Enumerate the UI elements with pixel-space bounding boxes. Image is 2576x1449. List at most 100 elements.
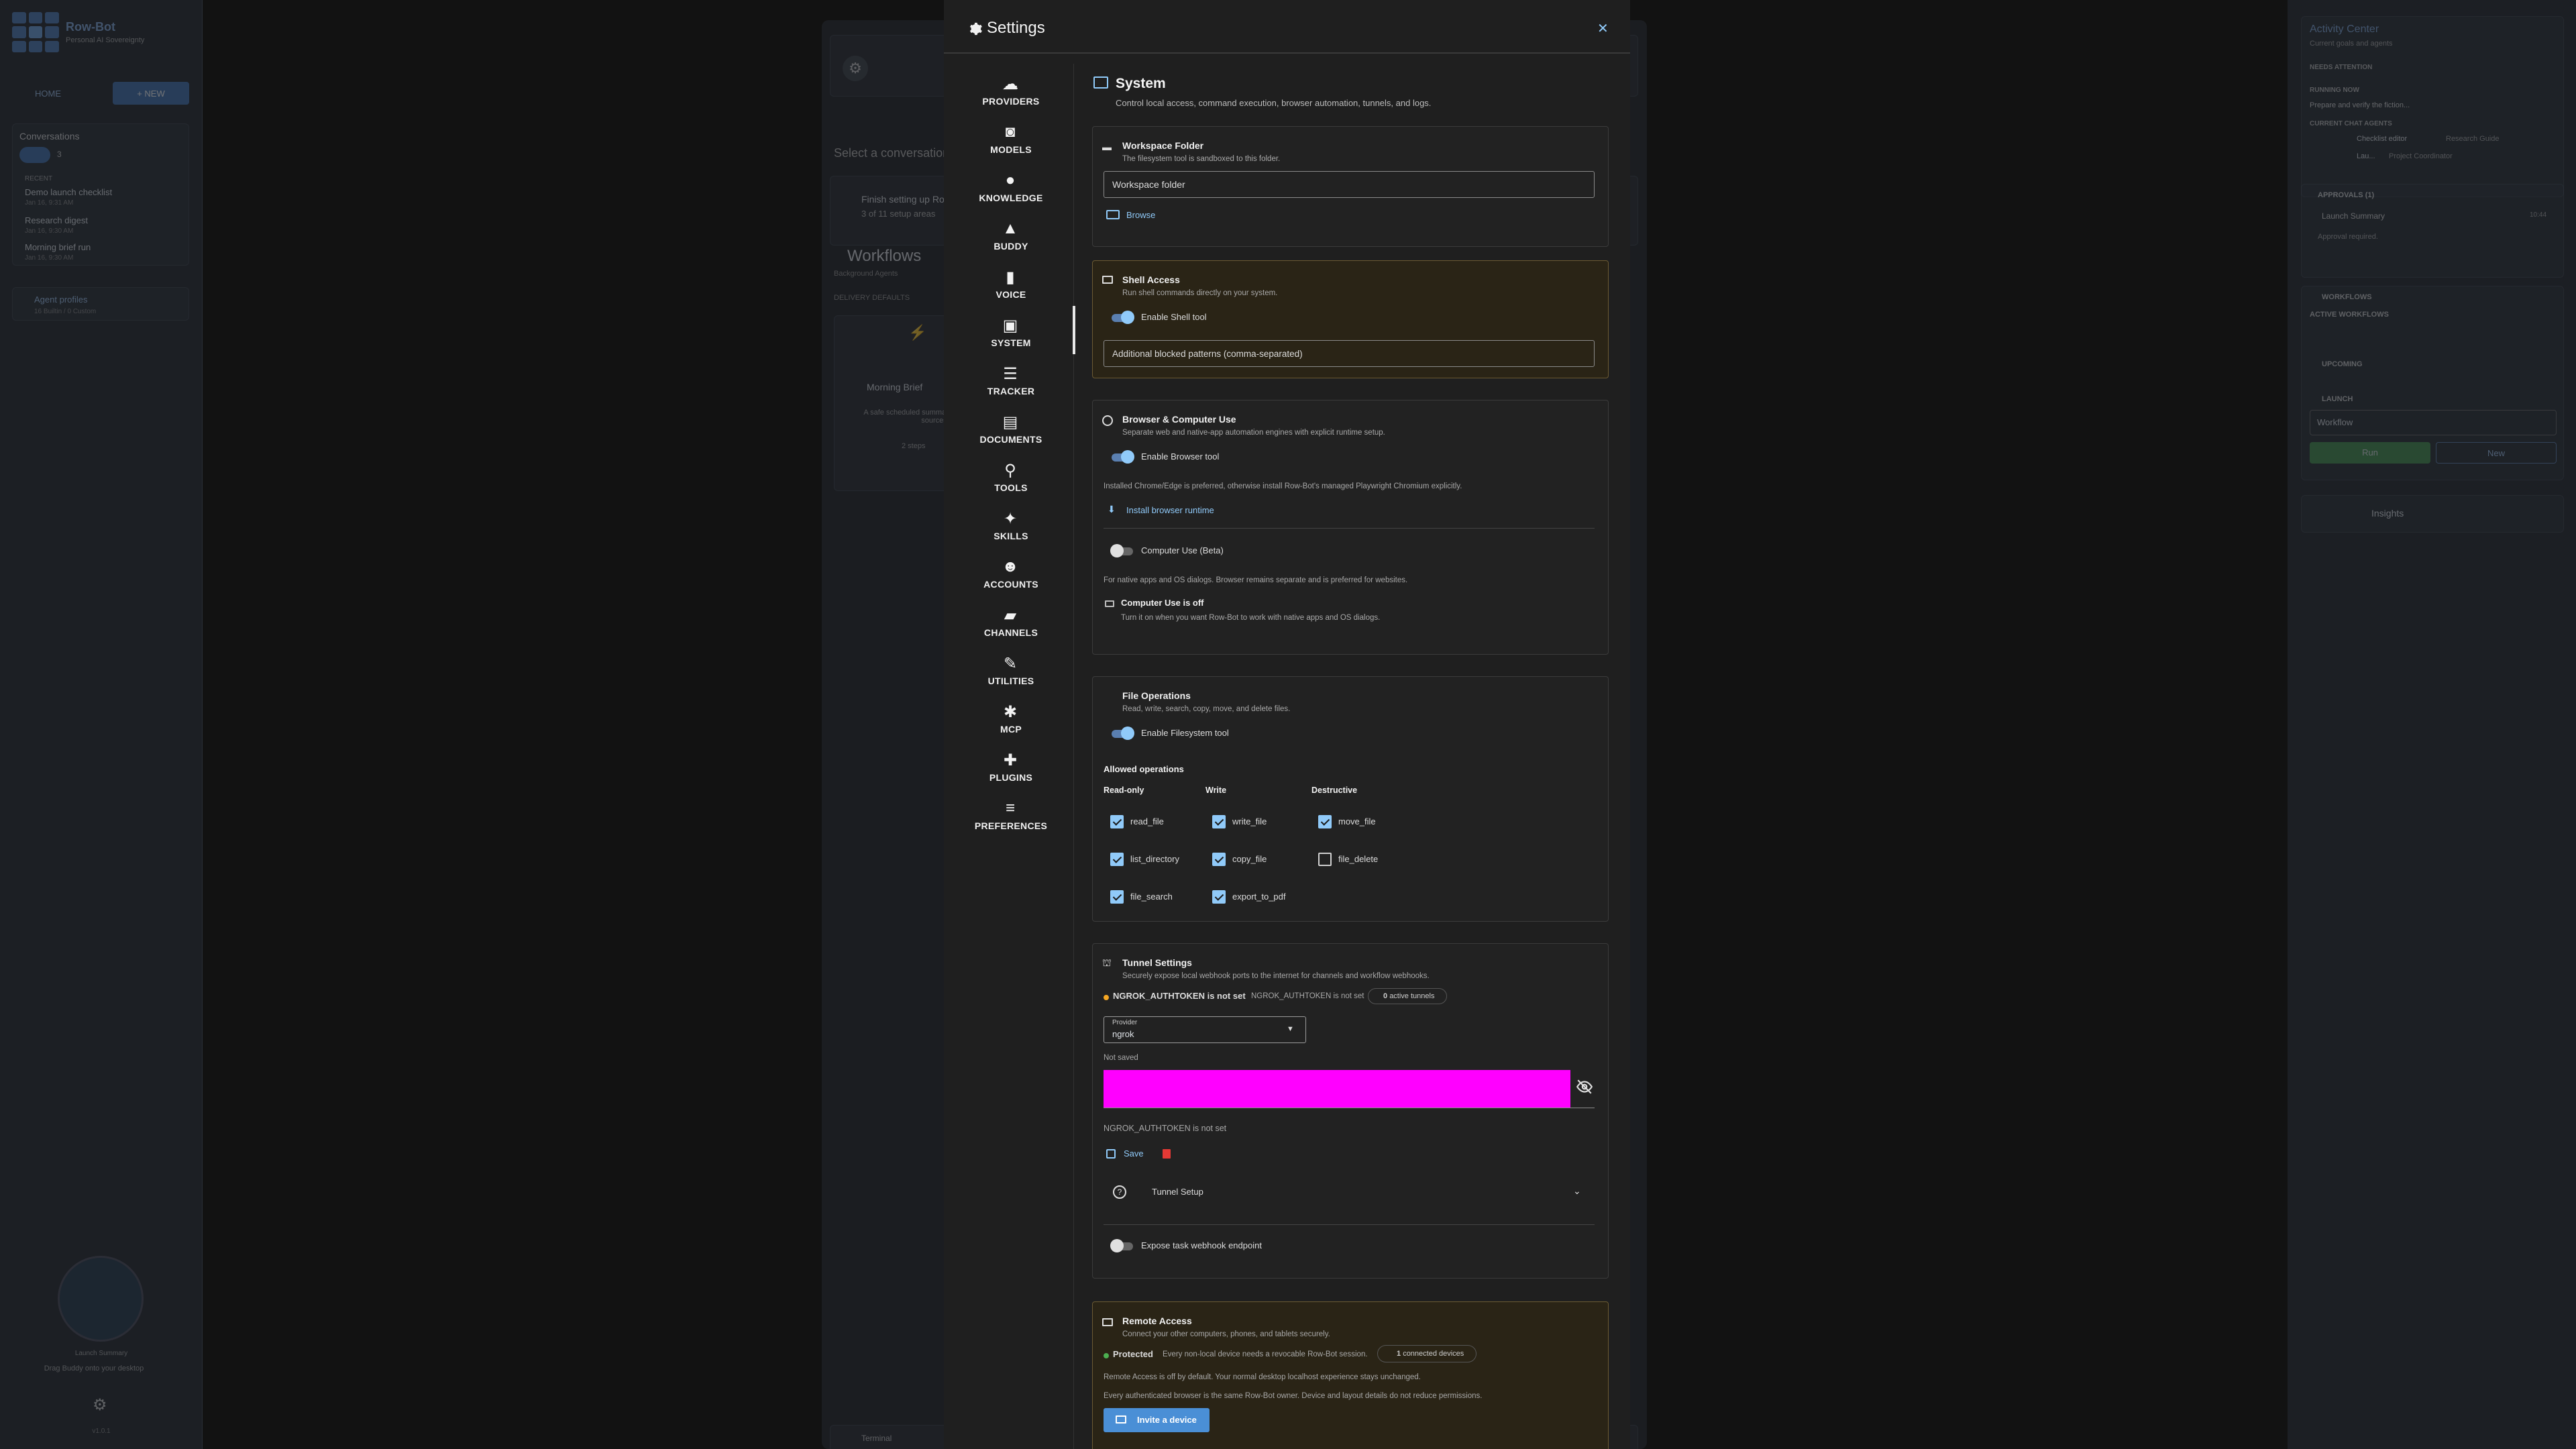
remote-owner-note: Every authenticated browser is the same …	[1104, 1392, 1483, 1400]
nav-system[interactable]: ▣ SYSTEM	[944, 311, 1078, 359]
nav-tools[interactable]: ⚲ TOOLS	[944, 455, 1078, 504]
provider-select[interactable]: Provider ngrok ▼	[1104, 1016, 1306, 1043]
select-conversation-text: Select a conversation	[834, 146, 950, 160]
gear-icon[interactable]: ⚙	[843, 56, 868, 81]
buddy-hint: Drag Buddy onto your desktop	[44, 1364, 144, 1373]
workflow-select[interactable]: Workflow	[2310, 410, 2557, 435]
file-ops-desc: Read, write, search, copy, move, and del…	[1122, 705, 1291, 713]
op-label: copy_file	[1232, 854, 1267, 864]
nav-skills[interactable]: ✦ SKILLS	[944, 504, 1078, 552]
wrench-icon: ✎	[1003, 654, 1018, 673]
op-label: move_file	[1338, 816, 1376, 826]
file-search-checkbox[interactable]	[1110, 890, 1124, 904]
nav-plugins[interactable]: ✚ PLUGINS	[944, 745, 1078, 794]
authtoken-input[interactable]	[1104, 1070, 1570, 1108]
current-agents-label: CURRENT CHAT AGENTS	[2310, 120, 2392, 127]
workspace-folder-input[interactable]: Workspace folder	[1104, 171, 1595, 198]
nav-label: SKILLS	[994, 531, 1028, 541]
nav-accounts[interactable]: ☻ ACCOUNTS	[944, 552, 1078, 600]
nav-utilities[interactable]: ✎ UTILITIES	[944, 649, 1078, 697]
protected-desc: Every non-local device needs a revocable…	[1163, 1350, 1368, 1358]
nav-channels[interactable]: ▰ CHANNELS	[944, 600, 1078, 649]
agent-profiles-panel[interactable]: Agent profiles 16 Builtin / 0 Custom	[12, 287, 189, 321]
shell-toggle[interactable]	[1110, 311, 1134, 324]
bolt-icon: ⚡	[908, 324, 927, 341]
settings-title: Settings	[987, 19, 1045, 37]
nav-label: VOICE	[996, 289, 1026, 300]
insights-panel[interactable]: Insights	[2301, 495, 2564, 533]
copy-file-checkbox[interactable]	[1212, 853, 1226, 866]
computer-use-off-desc: Turn it on when you want Row-Bot to work…	[1121, 614, 1381, 622]
browse-button[interactable]: Browse	[1126, 210, 1155, 220]
running-item[interactable]: Prepare and verify the fiction...	[2310, 101, 2410, 109]
list-directory-checkbox[interactable]	[1110, 853, 1124, 866]
computer-use-toggle[interactable]	[1110, 544, 1134, 557]
approvals-label: APPROVALS (1)	[2318, 191, 2375, 199]
lightbulb-icon: ●	[1005, 171, 1016, 189]
nav-documents[interactable]: ▤ DOCUMENTS	[944, 407, 1078, 455]
nav-mcp[interactable]: ✱ MCP	[944, 697, 1078, 745]
active-tunnels-count: 0	[1383, 992, 1388, 1000]
op-label: file_delete	[1338, 854, 1379, 864]
nav-voice[interactable]: ▮ VOICE	[944, 262, 1078, 311]
gear-icon[interactable]: ⚙	[93, 1395, 107, 1415]
approval-sub: Approval required.	[2318, 233, 2378, 241]
run-button[interactable]: Run	[2310, 442, 2430, 464]
conversation-item[interactable]: Research digest	[25, 215, 88, 225]
tunnel-section: ⛫ Tunnel Settings Securely expose local …	[1092, 943, 1609, 1279]
agent-row[interactable]: Checklist editor	[2357, 135, 2407, 143]
globe-icon	[1102, 415, 1113, 426]
conversation-item[interactable]: Demo launch checklist	[25, 187, 112, 197]
home-button[interactable]: HOME	[12, 82, 99, 105]
computer-use-label: Computer Use (Beta)	[1141, 545, 1224, 555]
hub-icon: ✱	[1003, 702, 1018, 721]
browser-toggle[interactable]	[1110, 450, 1134, 464]
remote-desc: Connect your other computers, phones, an…	[1122, 1330, 1330, 1338]
terminal-icon: ▣	[1002, 316, 1018, 335]
chevron-down-icon: ▼	[1287, 1025, 1294, 1033]
save-button[interactable]: Save	[1124, 1148, 1144, 1159]
nav-tracker[interactable]: ☰ TRACKER	[944, 359, 1078, 407]
approval-title[interactable]: Launch Summary	[2322, 211, 2385, 221]
delete-icon[interactable]	[1163, 1149, 1171, 1159]
monitor-icon	[1105, 600, 1114, 607]
write-file-checkbox[interactable]	[1212, 815, 1226, 828]
nav-preferences[interactable]: ≡ PREFERENCES	[944, 794, 1078, 842]
nav-providers[interactable]: ☁ PROVIDERS	[944, 69, 1078, 117]
close-icon[interactable]: ✕	[1597, 20, 1609, 37]
blocked-patterns-input[interactable]: Additional blocked patterns (comma-separ…	[1104, 340, 1595, 367]
file-delete-checkbox[interactable]	[1318, 853, 1332, 866]
system-desc: Control local access, command execution,…	[1116, 98, 1432, 108]
new-workflow-button[interactable]: New	[2436, 442, 2557, 464]
nav-label: DOCUMENTS	[979, 434, 1042, 445]
browser-desc: Separate web and native-app automation e…	[1122, 429, 1385, 437]
status-dot	[1104, 1353, 1109, 1358]
install-runtime-button[interactable]: Install browser runtime	[1126, 505, 1214, 515]
export-to-pdf-checkbox[interactable]	[1212, 890, 1226, 904]
filesystem-toggle[interactable]	[1110, 727, 1134, 740]
conversation-item[interactable]: Morning brief run	[25, 242, 91, 252]
new-chat-button[interactable]: + NEW	[113, 82, 189, 105]
agent-row[interactable]: Lau...	[2357, 152, 2375, 160]
nav-knowledge[interactable]: ● KNOWLEDGE	[944, 166, 1078, 214]
workflows-title: Workflows	[847, 247, 922, 265]
eye-off-icon[interactable]	[1576, 1078, 1593, 1095]
expose-webhook-toggle[interactable]	[1110, 1239, 1134, 1252]
op-label: file_search	[1130, 892, 1173, 902]
nav-models[interactable]: ◙ MODELS	[944, 117, 1078, 166]
active-workflows-label: ACTIVE WORKFLOWS	[2310, 311, 2389, 319]
app-logo	[12, 12, 59, 52]
activity-center: Activity Center Current goals and agents…	[2288, 0, 2576, 1449]
buddy-avatar[interactable]	[58, 1256, 144, 1342]
provider-label: Provider	[1112, 1019, 1138, 1026]
save-icon	[1106, 1149, 1116, 1159]
chat-filter-chip[interactable]	[19, 147, 50, 163]
chevron-down-icon[interactable]: ⌄	[1573, 1185, 1581, 1197]
buddy-label: Launch Summary	[74, 1350, 128, 1357]
tunnel-setup-label[interactable]: Tunnel Setup	[1152, 1187, 1203, 1197]
read-file-checkbox[interactable]	[1110, 815, 1124, 828]
shell-desc: Run shell commands directly on your syst…	[1122, 289, 1278, 297]
invite-device-button[interactable]: Invite a device	[1104, 1408, 1210, 1432]
move-file-checkbox[interactable]	[1318, 815, 1332, 828]
nav-buddy[interactable]: ▲ BUDDY	[944, 214, 1078, 262]
